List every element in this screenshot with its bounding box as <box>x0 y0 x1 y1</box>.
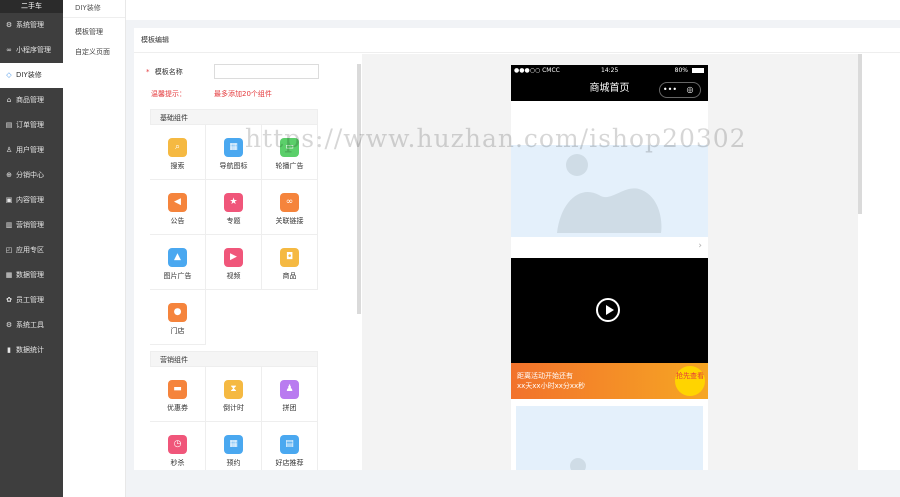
store-icon: ● <box>168 303 187 322</box>
carrier-label: ●●●○○ CMCC <box>514 67 560 74</box>
template-name-label: * 模板名称 <box>146 68 183 76</box>
phone-page-title: 商城首页 <box>589 83 630 94</box>
announce-icon: ◀ <box>168 193 187 212</box>
clock-icon: ◷ <box>168 435 187 454</box>
content-icon: ▣ <box>5 196 13 204</box>
sidebar-item-users[interactable]: ♙ 用户管理 <box>0 138 63 163</box>
component-shop-recommend[interactable]: ▤ 好店推荐 <box>262 422 318 470</box>
component-groupbuy[interactable]: ♟ 拼团 <box>262 367 318 422</box>
tools-icon: ⚙ <box>5 321 13 329</box>
link-icon: ∞ <box>280 193 299 212</box>
image-icon: ▲ <box>168 248 187 267</box>
phone-status-bar: ●●●○○ CMCC 14:25 80% <box>511 65 708 76</box>
sidebar-item-system[interactable]: ⚙ 系统管理 <box>0 13 63 38</box>
tip-row: 温馨提示： <box>151 90 186 98</box>
more-icon[interactable]: ••• <box>660 83 680 97</box>
video-icon: ▶ <box>224 248 243 267</box>
page-title: 模板编辑 <box>134 28 900 53</box>
sidebar-item-tools[interactable]: ⚙ 系统工具 <box>0 313 63 338</box>
component-video[interactable]: ▶ 视频 <box>206 235 262 290</box>
chart-icon: ▮ <box>7 346 11 354</box>
sidebar-item-miniapp[interactable]: ∞ 小程序管理 <box>0 38 63 63</box>
basic-components-header: 基础组件 <box>150 109 318 125</box>
basic-components-grid: ⌕ 搜索 ▦ 导航图标 ▭ 轮播广告 ◀ 公告 ★ 专题 ∞ 关联链接 ▲ 图片广告 ▶ 视频 … <box>150 125 318 345</box>
staff-icon: ✿ <box>6 296 12 304</box>
component-topic[interactable]: ★ 专题 <box>206 180 262 235</box>
component-countdown[interactable]: ⧗ 倒计时 <box>206 367 262 422</box>
sidebar-item-distribution[interactable]: ⊕ 分销中心 <box>0 163 63 188</box>
component-store[interactable]: ● 门店 <box>150 290 206 345</box>
user-icon: ♙ <box>5 146 13 154</box>
top-bar <box>126 0 900 20</box>
submenu-title: DIY装修 <box>63 0 125 18</box>
sidebar-item-content[interactable]: ▣ 内容管理 <box>0 188 63 213</box>
promo-badge[interactable]: 抢先查看 <box>675 366 705 396</box>
data-icon: ▦ <box>5 271 13 279</box>
promo-line1: 距离活动开始还有 <box>517 372 573 380</box>
play-icon[interactable] <box>596 298 620 322</box>
coupon-icon: ▬ <box>168 380 187 399</box>
tip-text: 最多添加20个组件 <box>214 90 272 98</box>
main-panel: 模板编辑 * 模板名称 温馨提示： 最多添加20个组件 基础组件 ⌕ 搜索 ▦ 导航… <box>134 28 900 470</box>
sidebar-item-apps[interactable]: ◰ 应用专区 <box>0 238 63 263</box>
document-icon: ▤ <box>5 121 13 129</box>
marketing-icon: ▥ <box>5 221 13 229</box>
share-icon: ⊕ <box>6 171 12 179</box>
phone-capsule[interactable]: ••• ◎ <box>659 82 701 98</box>
close-circle-icon[interactable]: ◎ <box>680 83 700 97</box>
submenu-item-custom-page[interactable]: 自定义页面 <box>63 42 125 62</box>
calendar-icon: ▦ <box>224 435 243 454</box>
time-label: 14:25 <box>601 67 619 74</box>
phone-nav-bar: 商城首页 ••• ◎ <box>511 76 708 101</box>
sidebar-item-marketing[interactable]: ▥ 营销管理 <box>0 213 63 238</box>
hourglass-icon: ⧗ <box>224 380 243 399</box>
diamond-icon: ◇ <box>6 71 12 79</box>
image-ad-placeholder[interactable] <box>516 406 703 470</box>
battery-label: 80% <box>674 67 688 74</box>
sidebar-item-orders[interactable]: ▤ 订单管理 <box>0 113 63 138</box>
sidebar-item-data[interactable]: ▦ 数据管理 <box>0 263 63 288</box>
image-placeholder-icon <box>570 458 586 470</box>
component-search[interactable]: ⌕ 搜索 <box>150 125 206 180</box>
component-link[interactable]: ∞ 关联链接 <box>262 180 318 235</box>
component-reservation[interactable]: ▦ 预约 <box>206 422 262 470</box>
watermark-text: https://www.huzhan.com/ishop20302 <box>245 124 747 153</box>
sidebar: 二手车 ⚙ 系统管理 ∞ 小程序管理 ◇ DIY装修 ⌂ 商品管理 ▤ 订单管理 ♙ 用户管… <box>0 0 63 497</box>
group-icon: ♟ <box>280 380 299 399</box>
sidebar-item-stats[interactable]: ▮ 数据统计 <box>0 338 63 363</box>
component-announce[interactable]: ◀ 公告 <box>150 180 206 235</box>
home-icon: ⌂ <box>6 96 12 104</box>
carousel-placeholder[interactable] <box>511 145 708 237</box>
topic-icon: ★ <box>224 193 243 212</box>
component-goods[interactable]: ◘ 商品 <box>262 235 318 290</box>
sidebar-item-staff[interactable]: ✿ 员工管理 <box>0 288 63 313</box>
brand-label: 二手车 <box>0 0 63 13</box>
chevron-right-icon[interactable]: › <box>698 241 702 251</box>
gear-icon: ⚙ <box>5 21 13 29</box>
template-name-input[interactable] <box>214 64 319 79</box>
shop-icon: ▤ <box>280 435 299 454</box>
app-icon: ◰ <box>5 246 13 254</box>
component-image-ad[interactable]: ▲ 图片广告 <box>150 235 206 290</box>
promo-line2: xx天xx小时xx分xx秒 <box>517 382 586 390</box>
battery-icon <box>692 68 704 73</box>
nav-icon: ▦ <box>224 138 243 157</box>
submenu-item-templates[interactable]: 模板管理 <box>63 22 125 42</box>
marketing-components-header: 营销组件 <box>150 351 318 367</box>
sidebar-item-goods[interactable]: ⌂ 商品管理 <box>0 88 63 113</box>
video-block[interactable] <box>511 258 708 363</box>
search-icon: ⌕ <box>168 138 187 157</box>
component-list-scrollbar[interactable] <box>357 64 361 314</box>
link-icon: ∞ <box>6 46 12 54</box>
component-flashsale[interactable]: ◷ 秒杀 <box>150 422 206 470</box>
sidebar-item-diy[interactable]: ◇ DIY装修 <box>0 63 63 88</box>
marketing-components-grid: ▬ 优惠券 ⧗ 倒计时 ♟ 拼团 ◷ 秒杀 ▦ 预约 ▤ 好店推荐 <box>150 367 318 470</box>
countdown-banner[interactable]: 距离活动开始还有 xx天xx小时xx分xx秒 抢先查看 <box>511 363 708 399</box>
preview-scrollbar[interactable] <box>858 54 862 214</box>
image-placeholder-icon <box>557 154 662 233</box>
goods-icon: ◘ <box>280 248 299 267</box>
component-coupon[interactable]: ▬ 优惠券 <box>150 367 206 422</box>
submenu: DIY装修 模板管理 自定义页面 <box>63 0 126 497</box>
